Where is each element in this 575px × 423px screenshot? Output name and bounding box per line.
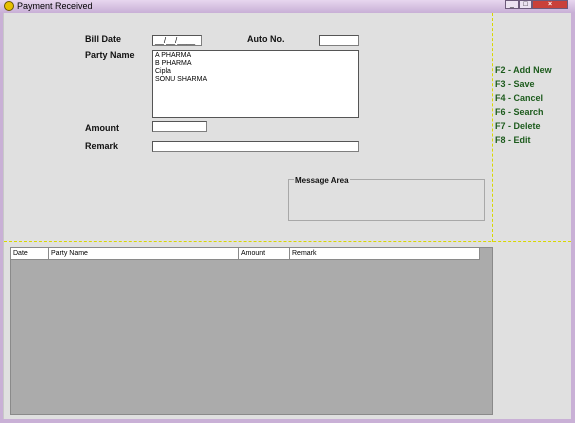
shortcut-add-new[interactable]: F2 - Add New	[495, 65, 552, 75]
grid-header: Date Party Name Amount Remark	[11, 248, 480, 260]
auto-no-field[interactable]	[319, 35, 359, 46]
party-name-list[interactable]: A PHARMA B PHARMA Cipla SONU SHARMA	[152, 50, 359, 118]
guide-line-horizontal	[4, 241, 571, 242]
shortcut-save[interactable]: F3 - Save	[495, 79, 535, 89]
remark-label: Remark	[85, 141, 119, 151]
window-title: Payment Received	[17, 1, 93, 11]
bill-date-value: __/__/____	[155, 36, 196, 45]
list-item[interactable]: SONU SHARMA	[155, 76, 356, 84]
shortcut-edit[interactable]: F8 - Edit	[495, 135, 531, 145]
party-name-label: Party Name	[85, 50, 135, 60]
shortcut-search[interactable]: F6 - Search	[495, 107, 544, 117]
bill-date-label: Bill Date	[85, 34, 122, 44]
guide-line-vertical	[492, 13, 493, 242]
message-area	[288, 179, 485, 221]
shortcut-delete[interactable]: F7 - Delete	[495, 121, 541, 131]
column-header-amount[interactable]: Amount	[239, 248, 290, 259]
list-item[interactable]: B PHARMA	[155, 60, 356, 68]
column-header-party-name[interactable]: Party Name	[49, 248, 239, 259]
message-area-title: Message Area	[294, 176, 350, 185]
maximize-button[interactable]: □	[519, 0, 532, 9]
minimize-button[interactable]: _	[505, 0, 519, 9]
list-item[interactable]: A PHARMA	[155, 52, 356, 60]
title-bar: Payment Received _ □ ×	[0, 0, 575, 13]
payments-grid[interactable]: Date Party Name Amount Remark	[10, 247, 493, 415]
column-header-remark[interactable]: Remark	[290, 248, 480, 259]
app-icon	[4, 1, 14, 11]
amount-label: Amount	[85, 123, 119, 133]
column-header-date[interactable]: Date	[11, 248, 49, 259]
list-item[interactable]: Cipla	[155, 68, 356, 76]
remark-field[interactable]	[152, 141, 359, 152]
form-panel: Bill Date __/__/____ Auto No. Party Name…	[3, 13, 571, 419]
close-button[interactable]: ×	[532, 0, 568, 9]
shortcut-cancel[interactable]: F4 - Cancel	[495, 93, 543, 103]
auto-no-label: Auto No.	[247, 34, 285, 44]
bill-date-field[interactable]: __/__/____	[152, 35, 202, 46]
amount-field[interactable]	[152, 121, 207, 132]
